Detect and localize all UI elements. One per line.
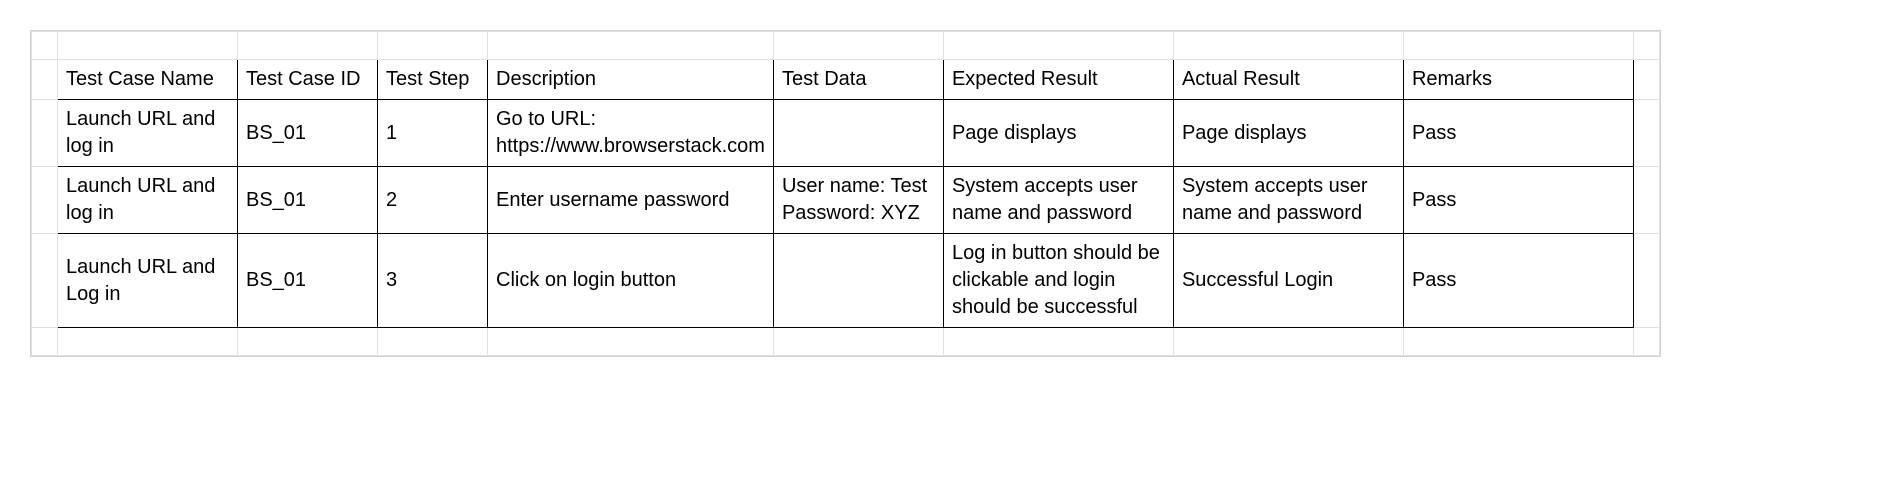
cell-actual-result[interactable]: Page displays [1173,100,1403,167]
cell-test-case-id[interactable]: BS_01 [238,167,378,234]
table-row: Launch URL and log in BS_01 2 Enter user… [32,167,1660,234]
header-test-step[interactable]: Test Step [378,60,488,100]
table-row: Launch URL and Log in BS_01 3 Click on l… [32,234,1660,328]
cell-test-step[interactable]: 1 [378,100,488,167]
ghost-row-top [32,32,1660,60]
cell-expected-result[interactable]: System accepts user name and password [943,167,1173,234]
cell-test-data[interactable] [773,234,943,328]
test-case-table: Test Case Name Test Case ID Test Step De… [31,31,1660,356]
cell-test-case-id[interactable]: BS_01 [238,234,378,328]
cell-test-step[interactable]: 2 [378,167,488,234]
cell-actual-result[interactable]: Successful Login [1173,234,1403,328]
cell-expected-result[interactable]: Log in button should be clickable and lo… [943,234,1173,328]
cell-description[interactable]: Go to URL: https://www.browserstack.com [488,100,774,167]
cell-description[interactable]: Enter username password [488,167,774,234]
spreadsheet-container: Test Case Name Test Case ID Test Step De… [30,30,1661,357]
header-actual-result[interactable]: Actual Result [1173,60,1403,100]
cell-expected-result[interactable]: Page displays [943,100,1173,167]
cell-test-case-name[interactable]: Launch URL and log in [58,167,238,234]
cell-remarks[interactable]: Pass [1403,100,1633,167]
header-test-case-id[interactable]: Test Case ID [238,60,378,100]
cell-test-case-id[interactable]: BS_01 [238,100,378,167]
cell-test-data[interactable] [773,100,943,167]
cell-remarks[interactable]: Pass [1403,234,1633,328]
header-test-case-name[interactable]: Test Case Name [58,60,238,100]
header-test-data[interactable]: Test Data [773,60,943,100]
header-description[interactable]: Description [488,60,774,100]
cell-test-step[interactable]: 3 [378,234,488,328]
cell-test-case-name[interactable]: Launch URL and log in [58,100,238,167]
header-expected-result[interactable]: Expected Result [943,60,1173,100]
cell-description[interactable]: Click on login button [488,234,774,328]
cell-actual-result[interactable]: System accepts user name and password [1173,167,1403,234]
header-remarks[interactable]: Remarks [1403,60,1633,100]
cell-test-data[interactable]: User name: TestPassword: XYZ [773,167,943,234]
table-row: Launch URL and log in BS_01 1 Go to URL:… [32,100,1660,167]
cell-test-case-name[interactable]: Launch URL and Log in [58,234,238,328]
table-header-row: Test Case Name Test Case ID Test Step De… [32,60,1660,100]
cell-remarks[interactable]: Pass [1403,167,1633,234]
ghost-row-bottom [32,328,1660,356]
